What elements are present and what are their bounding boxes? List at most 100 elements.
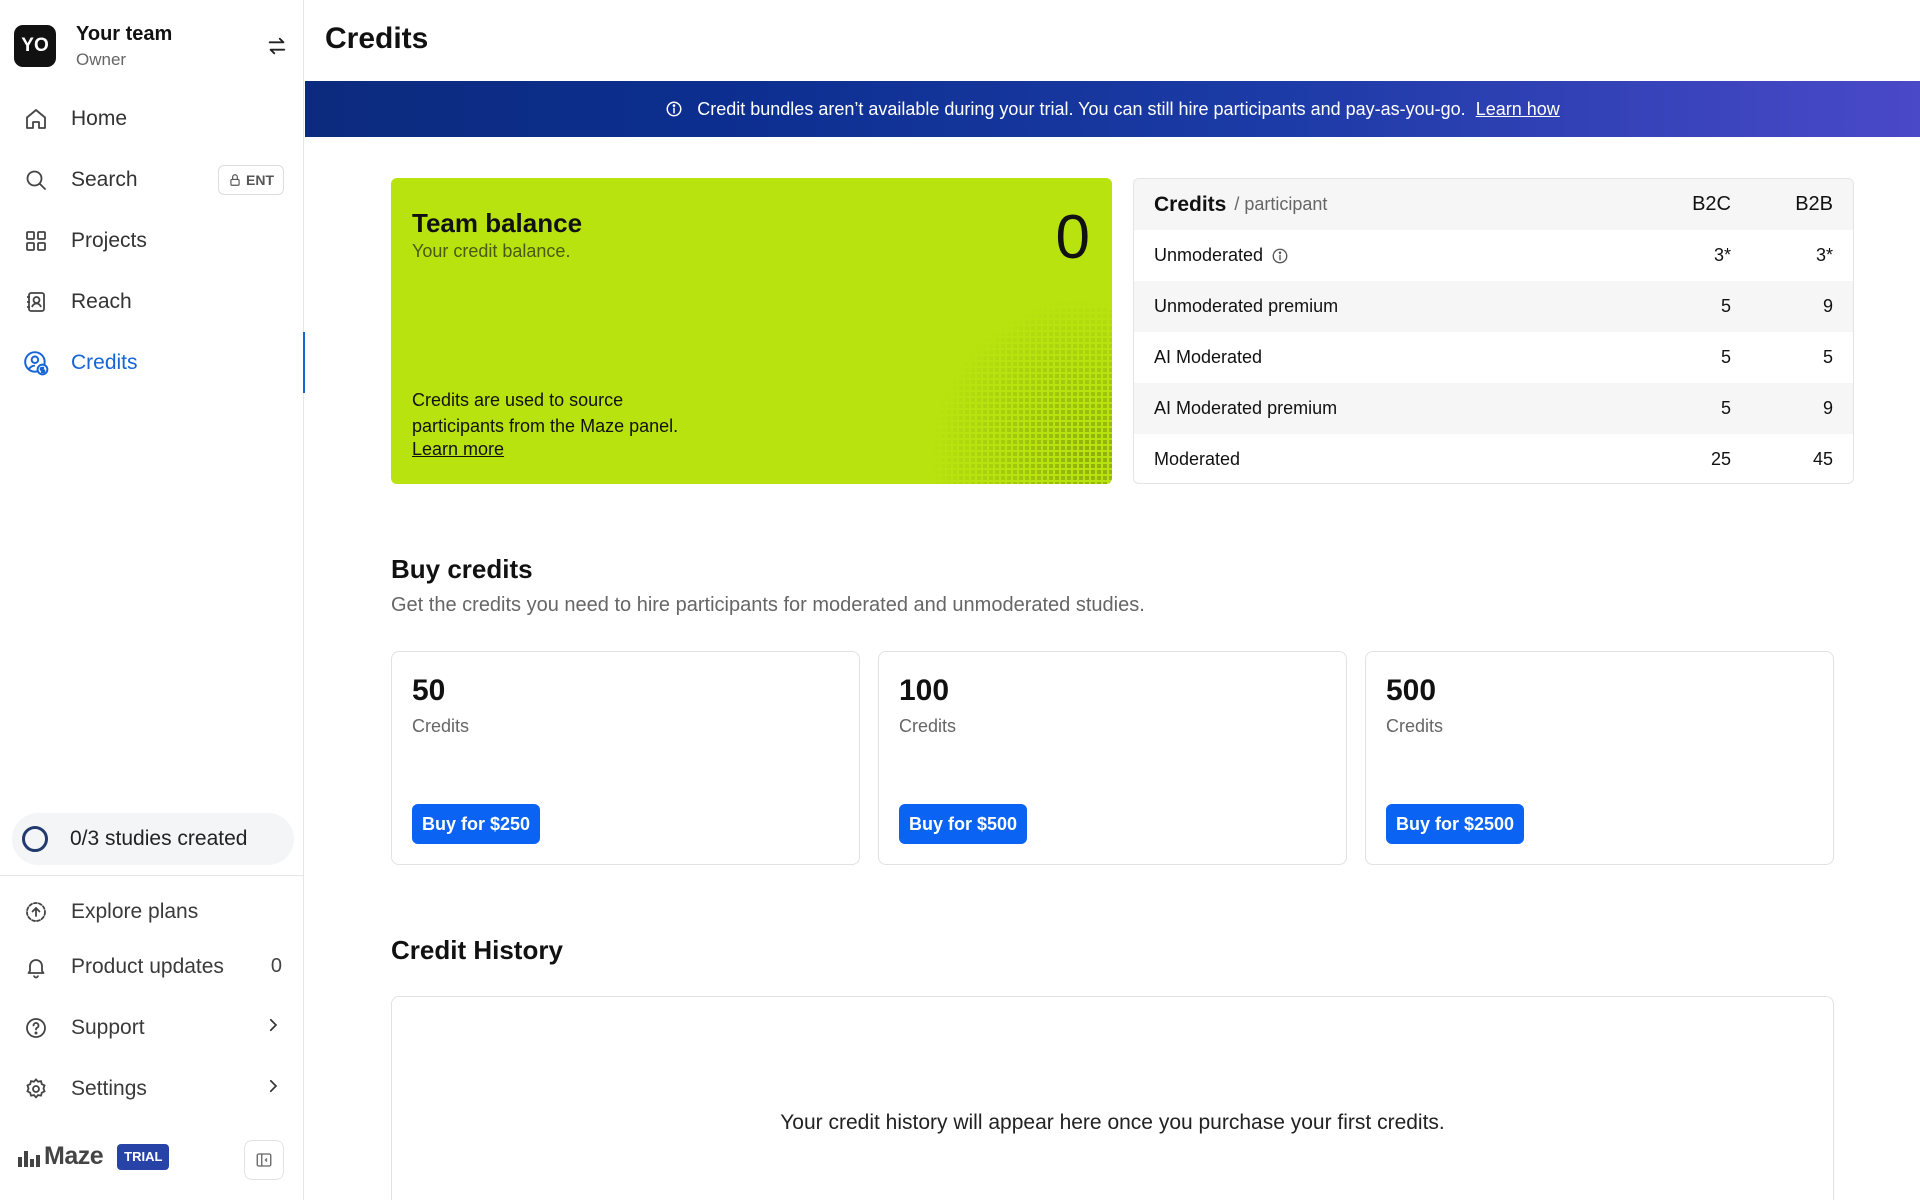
banner-text: Credit bundles aren’t available during y… xyxy=(697,98,1466,119)
nav-item-settings[interactable]: Settings xyxy=(0,1058,304,1119)
sidebar: YO Your team Owner Home Search ENT Proje… xyxy=(0,0,305,1200)
credit-history-empty-state: Your credit history will appear here onc… xyxy=(780,1111,1445,1134)
nav-label-explore-plans: Explore plans xyxy=(71,899,199,923)
team-switcher[interactable]: YO Your team Owner xyxy=(14,18,290,74)
home-icon xyxy=(22,105,50,133)
nav-label-credits: Credits xyxy=(71,350,138,374)
nav-item-explore-plans[interactable]: Explore plans xyxy=(0,881,304,942)
credit-pack-card: 100 Credits Buy for $500 xyxy=(878,651,1347,865)
pack-amount: 100 xyxy=(899,674,950,707)
help-circle-icon xyxy=(22,1014,50,1042)
credit-pack-card: 50 Credits Buy for $250 xyxy=(391,651,860,865)
rates-header-label: Credits / participant xyxy=(1154,193,1671,217)
buy-pack-button[interactable]: Buy for $500 xyxy=(899,804,1028,844)
nav-label-settings: Settings xyxy=(71,1076,147,1100)
studies-progress-label: 0/3 studies created xyxy=(70,827,248,850)
rate-b2c: 5 xyxy=(1720,296,1731,316)
rate-name: Unmoderated xyxy=(1154,245,1264,265)
grid-icon xyxy=(22,227,50,255)
rate-name: Unmoderated premium xyxy=(1154,296,1339,316)
progress-ring-icon xyxy=(22,826,48,852)
buy-credits-title: Buy credits xyxy=(391,554,533,584)
secondary-nav: Explore plans Product updates 0 Support … xyxy=(0,875,304,1119)
buy-credits-subtitle: Get the credits you need to hire partici… xyxy=(391,594,1145,616)
collapse-sidebar-button[interactable] xyxy=(244,1140,284,1180)
chevron-right-icon xyxy=(264,1016,282,1040)
pack-amount: 500 xyxy=(1386,674,1437,707)
nav-item-home[interactable]: Home xyxy=(0,88,304,149)
credit-history-panel: Your credit history will appear here onc… xyxy=(391,996,1834,1200)
page-title: Credits xyxy=(325,22,429,55)
nav-label-support: Support xyxy=(71,1015,145,1039)
upgrade-arrow-icon xyxy=(22,898,50,926)
nav-label-projects: Projects xyxy=(71,228,147,252)
brand-name: Maze xyxy=(44,1142,104,1170)
nav-label-search: Search xyxy=(71,167,138,191)
pack-unit: Credits xyxy=(1386,716,1444,736)
main-nav: Home Search ENT Projects Reach Credits xyxy=(0,88,305,393)
credit-rates-table: Credits / participant B2C B2B Unmoderate… xyxy=(1133,178,1854,484)
nav-label-reach: Reach xyxy=(71,289,132,313)
info-icon[interactable] xyxy=(1271,247,1289,265)
balance-value: 0 xyxy=(1055,203,1090,272)
nav-item-search[interactable]: Search ENT xyxy=(0,149,304,210)
enterprise-badge-label: ENT xyxy=(246,172,274,188)
rates-header-b2b: B2B xyxy=(1795,193,1833,215)
chevron-right-icon xyxy=(264,1077,282,1101)
banner-learn-how-link[interactable]: Learn how xyxy=(1476,99,1560,120)
studies-progress[interactable]: 0/3 studies created xyxy=(12,813,294,865)
pack-unit: Credits xyxy=(899,716,957,736)
team-role: Owner xyxy=(76,49,127,69)
rate-b2b: 45 xyxy=(1812,449,1833,469)
balance-title: Team balance xyxy=(412,208,583,238)
rate-b2b: 9 xyxy=(1822,296,1833,316)
dotted-globe-illustration xyxy=(916,296,1112,484)
rates-header-suffix: / participant xyxy=(1234,194,1328,214)
pack-unit: Credits xyxy=(412,716,470,736)
team-balance-card: Team balance Your credit balance. 0 Cred… xyxy=(391,178,1112,484)
rate-b2b: 5 xyxy=(1822,347,1833,367)
trial-banner: Credit bundles aren’t available during y… xyxy=(305,81,1920,137)
buy-pack-button[interactable]: Buy for $250 xyxy=(412,804,541,844)
trial-badge: TRIAL xyxy=(117,1143,170,1170)
table-row: AI Moderated 5 5 xyxy=(1134,332,1853,383)
info-icon xyxy=(665,100,683,118)
contact-book-icon xyxy=(22,288,50,316)
table-row: AI Moderated premium 5 9 xyxy=(1134,383,1853,434)
nav-item-reach[interactable]: Reach xyxy=(0,271,304,332)
rates-header-b2c: B2C xyxy=(1692,193,1731,215)
lock-icon xyxy=(230,174,240,186)
rate-b2b: 9 xyxy=(1822,398,1833,418)
sidebar-collapse-icon xyxy=(256,1153,272,1167)
search-icon xyxy=(22,166,50,194)
nav-item-support[interactable]: Support xyxy=(0,997,304,1058)
rate-name-cell: Unmoderated xyxy=(1154,245,1671,266)
nav-item-projects[interactable]: Projects xyxy=(0,210,304,271)
balance-learn-more-link[interactable]: Learn more xyxy=(412,439,504,460)
credit-history-title: Credit History xyxy=(391,935,563,965)
team-avatar: YO xyxy=(14,25,56,67)
maze-logo-icon xyxy=(18,1150,40,1167)
rate-b2b: 3* xyxy=(1815,245,1833,265)
updates-count: 0 xyxy=(270,955,282,977)
rate-b2c: 3* xyxy=(1713,245,1731,265)
nav-item-product-updates[interactable]: Product updates 0 xyxy=(0,936,304,997)
rate-b2c: 25 xyxy=(1710,449,1731,469)
user-dollar-icon xyxy=(22,349,50,377)
pack-amount: 50 xyxy=(412,674,446,707)
nav-item-credits[interactable]: Credits xyxy=(0,332,305,393)
buy-pack-button[interactable]: Buy for $2500 xyxy=(1386,804,1525,844)
table-row: Unmoderated 3* 3* xyxy=(1134,230,1853,281)
switch-arrows-icon[interactable] xyxy=(264,33,290,59)
rate-name: AI Moderated xyxy=(1154,347,1263,367)
rates-header-row: Credits / participant B2C B2B xyxy=(1134,179,1853,230)
rate-b2c: 5 xyxy=(1720,398,1731,418)
rate-b2c: 5 xyxy=(1720,347,1731,367)
table-row: Moderated 25 45 xyxy=(1134,434,1853,483)
nav-label-home: Home xyxy=(71,106,128,130)
credit-pack-card: 500 Credits Buy for $2500 xyxy=(1365,651,1834,865)
rates-header-title: Credits xyxy=(1154,192,1227,216)
rate-name: Moderated xyxy=(1154,449,1241,469)
table-row: Unmoderated premium 5 9 xyxy=(1134,281,1853,332)
brand: Maze TRIAL xyxy=(18,1142,170,1171)
